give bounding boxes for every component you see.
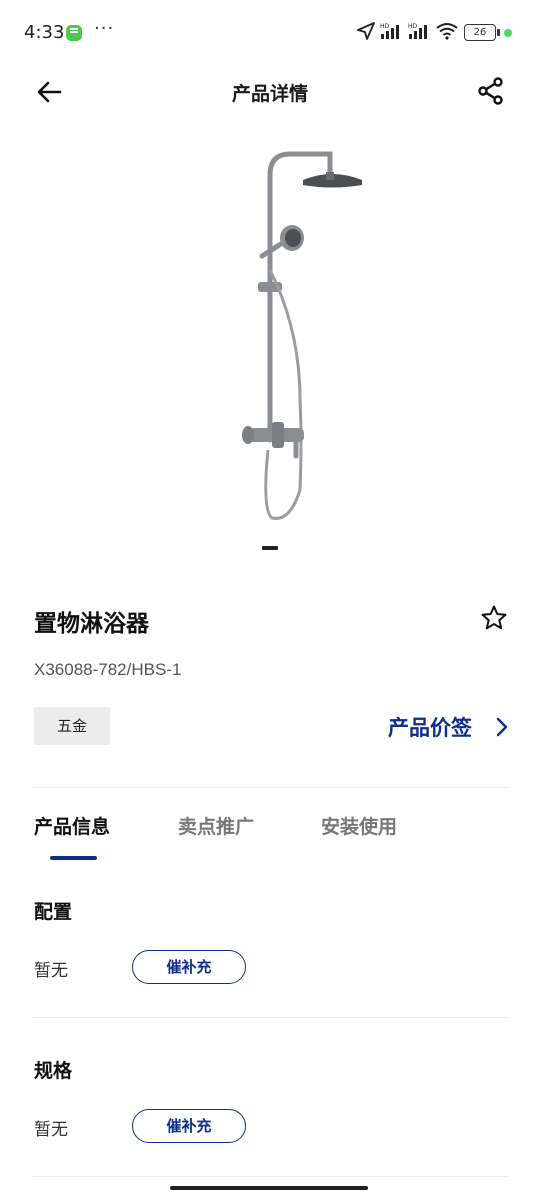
section-value-spec: 暂无 <box>34 1120 68 1140</box>
product-sku: X36088-782/HBS-1 <box>34 660 182 679</box>
image-carousel-indicator <box>262 546 278 550</box>
divider <box>32 1017 508 1018</box>
price-tag-link[interactable]: 产品价签 <box>388 712 472 742</box>
battery-icon: 26 <box>464 24 500 41</box>
privacy-indicator-dot <box>504 29 512 37</box>
signal-hd-1-icon: HD <box>380 23 399 39</box>
location-arrow-icon <box>357 22 375 40</box>
section-title-spec: 规格 <box>34 1060 73 1082</box>
product-name: 置物淋浴器 <box>34 611 149 637</box>
divider <box>32 787 508 788</box>
app-bar: 产品详情 <box>0 66 540 116</box>
active-tab-indicator <box>50 856 97 860</box>
section-value-config: 暂无 <box>34 961 68 981</box>
wifi-icon <box>436 23 458 40</box>
favorite-star-icon[interactable] <box>480 604 508 632</box>
chevron-right-icon[interactable] <box>494 716 510 738</box>
status-time: 4:33 <box>24 22 65 43</box>
request-supplement-button[interactable]: 催补充 <box>132 950 246 984</box>
category-tag: 五金 <box>34 707 110 745</box>
signal-hd-2-icon: HD <box>408 23 427 39</box>
page-title: 产品详情 <box>231 83 308 105</box>
svg-text:HD: HD <box>380 23 390 30</box>
svg-text:HD: HD <box>408 23 418 30</box>
tab-selling-points[interactable]: 卖点推广 <box>178 812 254 839</box>
divider <box>32 1176 508 1177</box>
request-supplement-button[interactable]: 催补充 <box>132 1109 246 1143</box>
share-icon[interactable] <box>476 76 506 106</box>
tab-product-info[interactable]: 产品信息 <box>34 812 110 839</box>
product-image[interactable] <box>0 130 540 530</box>
section-title-config: 配置 <box>34 901 73 923</box>
message-app-icon <box>66 25 82 41</box>
tab-installation[interactable]: 安装使用 <box>321 812 397 839</box>
more-notifications-icon: ··· <box>94 18 115 39</box>
home-indicator[interactable] <box>170 1186 368 1190</box>
status-bar: 4:33 ··· HD HD 26 <box>0 0 540 66</box>
